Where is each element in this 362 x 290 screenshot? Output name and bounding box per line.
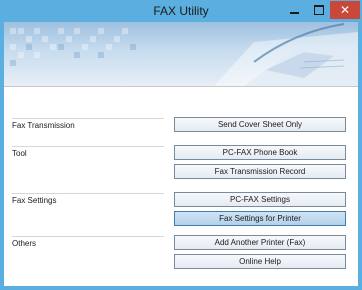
header-banner-image [4,22,358,86]
client-area: Fax Transmission Send Cover Sheet Only T… [4,22,358,286]
maximize-button[interactable] [306,1,332,19]
minimize-button[interactable] [281,1,307,19]
add-another-printer-fax-button[interactable]: Add Another Printer (Fax) [174,235,346,250]
title-bar[interactable]: FAX Utility ✕ [0,0,362,22]
minimize-icon [289,12,299,14]
online-help-button[interactable]: Online Help [174,254,346,269]
section-label-others: Others [12,239,37,248]
send-cover-sheet-only-button[interactable]: Send Cover Sheet Only [174,117,346,132]
pc-fax-phone-book-button[interactable]: PC-FAX Phone Book [174,145,346,160]
section-divider [12,146,164,147]
close-icon: ✕ [339,3,351,17]
pc-fax-settings-button[interactable]: PC-FAX Settings [174,192,346,207]
section-label-tool: Tool [12,149,27,158]
close-button[interactable]: ✕ [330,1,360,19]
section-divider [12,193,164,194]
fax-settings-for-printer-button[interactable]: Fax Settings for Printer [174,211,346,226]
main-panel: Fax Transmission Send Cover Sheet Only T… [4,86,358,286]
maximize-icon [314,5,324,15]
fax-transmission-record-button[interactable]: Fax Transmission Record [174,164,346,179]
section-label-fax-transmission: Fax Transmission [12,121,75,130]
section-divider [12,118,164,119]
banner-artwork [10,23,358,86]
section-label-fax-settings: Fax Settings [12,196,57,205]
fax-utility-window: FAX Utility ✕ Fax Transmission Send Cove… [0,0,362,290]
section-divider [12,236,164,237]
